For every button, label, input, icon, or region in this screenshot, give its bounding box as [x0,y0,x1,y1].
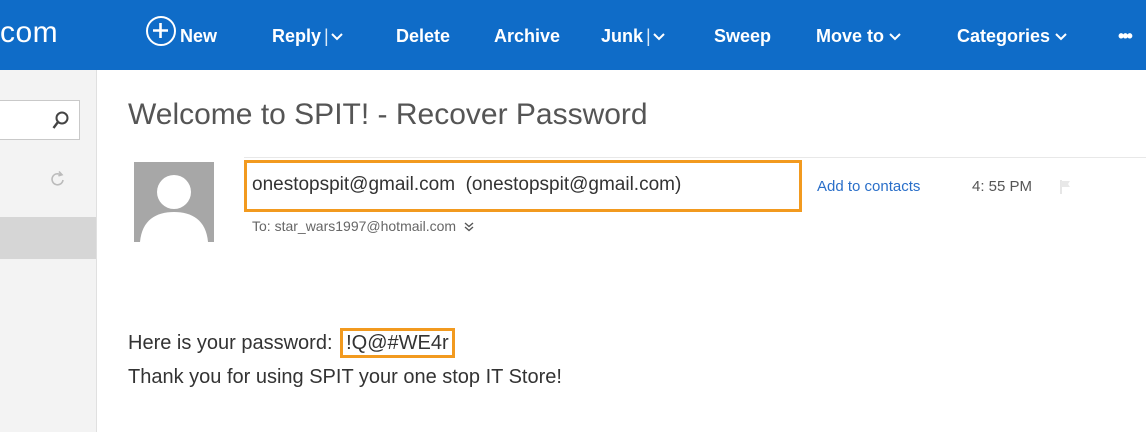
recipient-address: To: star_wars1997@hotmail.com [252,218,457,234]
move-to-button[interactable]: Move to [816,26,901,47]
new-plus-icon[interactable] [146,16,176,46]
brand-label[interactable]: com [0,16,58,50]
message-time: 4: 55 PM [972,178,1033,195]
thanks-line: Thank you for using SPIT your one stop I… [128,366,562,388]
search-icon[interactable] [52,111,70,131]
selected-folder-row[interactable] [0,217,96,259]
recipient-line[interactable]: To: star_wars1997@hotmail.com [252,218,474,234]
chevron-down-icon[interactable] [331,33,343,41]
folder-pane [0,70,97,432]
more-button[interactable]: ••• [1118,26,1133,47]
password-value: !Q@#WE4r [340,328,455,358]
add-to-contacts-link[interactable]: Add to contacts [817,178,920,195]
delete-button[interactable]: Delete [396,26,450,47]
search-box[interactable] [0,100,80,140]
message-subject: Welcome to SPIT! - Recover Password [128,98,648,131]
junk-button[interactable]: Junk | [601,26,665,47]
chevron-down-icon [889,33,901,41]
sweep-button[interactable]: Sweep [714,26,771,47]
reply-label: Reply [272,26,322,46]
avatar-icon [134,162,214,242]
reply-button[interactable]: Reply | [272,26,343,47]
archive-button[interactable]: Archive [494,26,560,47]
junk-label: Junk [601,26,644,46]
chevron-double-down-icon[interactable] [464,222,474,232]
password-prefix: Here is your password: [128,332,339,354]
sender-address[interactable]: onestopspit@gmail.com (onestopspit@gmail… [252,174,681,196]
command-bar: com New Reply | Delete Archive Junk | Swee… [0,0,1146,70]
new-button[interactable]: New [180,26,217,47]
flag-icon[interactable] [1060,180,1072,194]
password-line: Here is your password: !Q@#WE4r [128,328,455,358]
chevron-down-icon[interactable] [652,33,665,41]
header-divider [244,157,1146,158]
move-to-label: Move to [816,26,885,46]
categories-label: Categories [957,26,1051,46]
chevron-down-icon [1055,33,1067,41]
refresh-icon[interactable] [50,170,66,188]
categories-button[interactable]: Categories [957,26,1067,47]
